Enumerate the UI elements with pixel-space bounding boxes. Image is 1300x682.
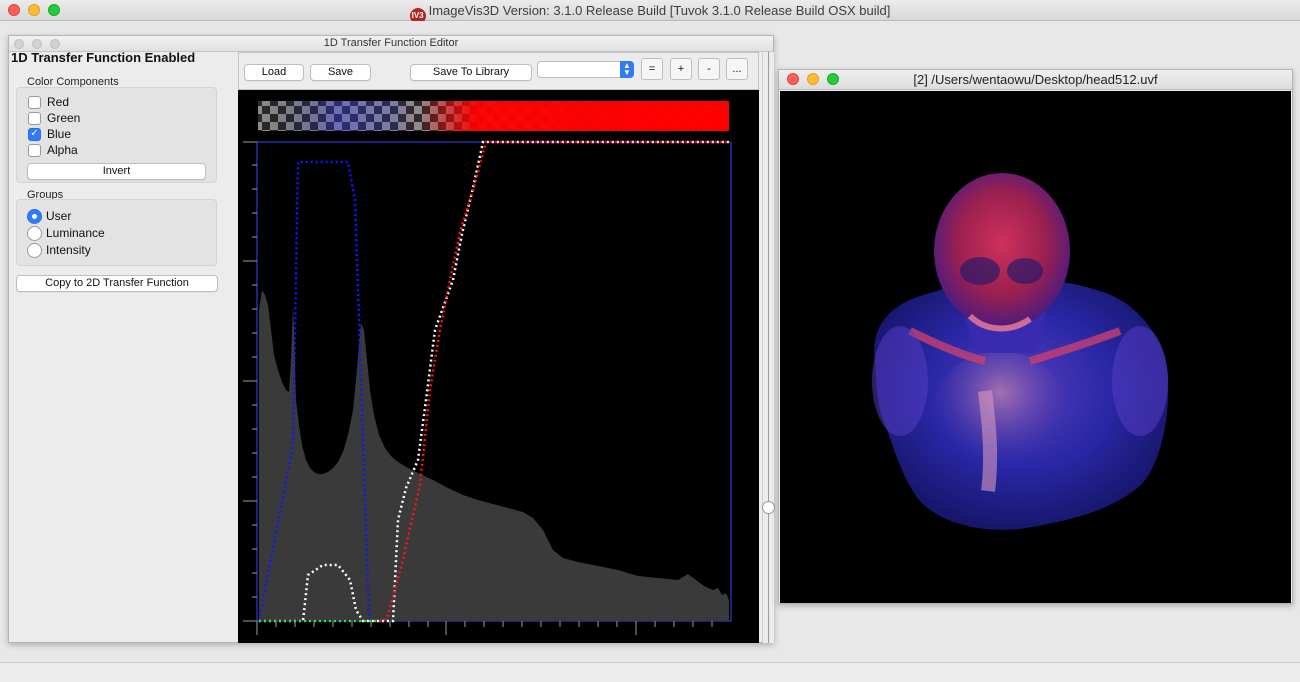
- save-button[interactable]: Save: [310, 64, 371, 81]
- copy-to-2d-tf-button[interactable]: Copy to 2D Transfer Function: [16, 275, 218, 292]
- app-titlebar: IV3 ImageVis3D Version: 3.1.0 Release Bui…: [0, 0, 1300, 24]
- right-shoulder-shape: [1112, 326, 1168, 436]
- render-window: [2] /Users/wentaowu/Desktop/head512.uvf: [778, 69, 1293, 604]
- status-bar: [0, 662, 1300, 682]
- tf-toolbar: Load Save Save To Library ▲ ▼ = + - ...: [238, 52, 759, 90]
- invert-button[interactable]: Invert: [27, 163, 206, 180]
- panel-splitter[interactable]: [762, 52, 775, 643]
- left-eye-socket: [960, 257, 1000, 285]
- checkbox-blue[interactable]: ✓ Blue: [28, 126, 71, 142]
- tf-enabled-label: 1D Transfer Function Enabled: [11, 50, 196, 65]
- checkbox-blue-box[interactable]: ✓: [28, 127, 41, 141]
- splitter-line: [768, 52, 769, 643]
- radio-intensity-button[interactable]: [27, 242, 42, 258]
- transfer-function-canvas[interactable]: [238, 90, 759, 643]
- checkbox-red-box[interactable]: [28, 95, 41, 109]
- equal-button[interactable]: =: [641, 58, 663, 80]
- radio-intensity[interactable]: Intensity: [27, 242, 91, 258]
- render-window-title: [2] /Users/wentaowu/Desktop/head512.uvf: [913, 72, 1158, 87]
- checkbox-red[interactable]: Red: [28, 94, 69, 110]
- radio-user[interactable]: User: [27, 208, 71, 224]
- tf-editor-title: 1D Transfer Function Editor: [323, 37, 459, 49]
- tf-color-preview-gradient: [258, 101, 729, 131]
- right-eye-socket: [1007, 258, 1043, 284]
- radio-luminance-button[interactable]: [27, 225, 42, 241]
- radio-intensity-label: Intensity: [46, 243, 91, 257]
- checkbox-blue-label: Blue: [47, 127, 72, 141]
- more-button[interactable]: ...: [726, 58, 748, 80]
- radio-user-button[interactable]: [27, 208, 42, 224]
- left-shoulder-shape: [872, 326, 928, 436]
- checkbox-green-label: Green: [47, 111, 81, 125]
- tf-y-axis-ticks: [243, 141, 257, 622]
- checkbox-alpha-label: Alpha: [47, 143, 78, 157]
- save-to-library-button[interactable]: Save To Library: [410, 64, 532, 81]
- radio-user-label: User: [46, 209, 72, 223]
- splitter-handle[interactable]: [762, 501, 775, 514]
- minus-button[interactable]: -: [698, 58, 720, 80]
- library-select[interactable]: ▲ ▼: [537, 61, 634, 78]
- chest-highlight: [930, 351, 1070, 491]
- tf-x-axis-ticks: [256, 621, 713, 635]
- sternum-shape: [978, 390, 998, 492]
- checkbox-red-label: Red: [47, 95, 70, 109]
- radio-luminance-label: Luminance: [46, 226, 105, 240]
- head-shape: [934, 173, 1070, 329]
- checkbox-alpha[interactable]: Alpha: [28, 142, 78, 158]
- render-window-titlebar[interactable]: [2] /Users/wentaowu/Desktop/head512.uvf: [779, 70, 1292, 90]
- histogram: [259, 290, 729, 621]
- volume-render-view[interactable]: [780, 91, 1291, 603]
- checkbox-green[interactable]: Green: [28, 110, 80, 126]
- checkbox-green-box[interactable]: [28, 111, 41, 125]
- checkbox-alpha-box[interactable]: [28, 143, 41, 157]
- radio-luminance[interactable]: Luminance: [27, 225, 105, 241]
- tf-editor-window: 1D Transfer Function Editor 1D Transfer …: [8, 35, 775, 643]
- chevron-up-down-icon: ▲ ▼: [620, 61, 634, 78]
- app-title-text: ImageVis3D Version: 3.1.0 Release Build …: [428, 3, 891, 18]
- plus-button[interactable]: +: [670, 58, 692, 80]
- volume-rendering-image: [872, 173, 1169, 530]
- load-button[interactable]: Load: [244, 64, 304, 81]
- transfer-function-plot[interactable]: [238, 90, 759, 643]
